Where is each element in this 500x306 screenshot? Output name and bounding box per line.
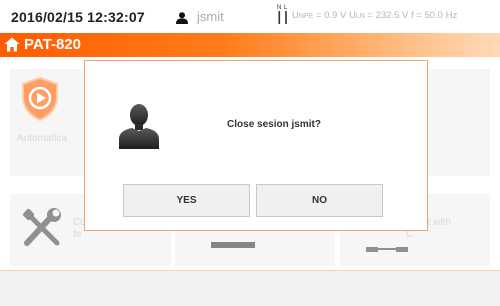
svg-text:N: N	[277, 5, 281, 11]
device-title: PAT-820	[24, 36, 81, 53]
uln-value: = 232.5 V	[364, 10, 411, 21]
measurement-readout: UNPE = 0.9 V ULN = 232.5 V f = 50.0 Hz	[292, 10, 500, 21]
yes-button[interactable]: YES	[123, 184, 250, 217]
user-avatar-icon	[119, 101, 159, 149]
user-icon	[175, 11, 189, 24]
freq-value: f = 50.0 Hz	[410, 10, 458, 21]
upe-label: U	[292, 10, 299, 21]
probe-icon: N L	[276, 3, 290, 25]
bottom-bar	[0, 270, 500, 306]
upe-sub: NPE	[298, 13, 314, 20]
home-icon[interactable]	[4, 37, 20, 52]
title-bar: PAT-820	[0, 33, 500, 57]
username: jsmit	[197, 9, 224, 24]
dialog-message: Close sesion jsmit?	[227, 119, 321, 130]
svg-text:L: L	[284, 5, 288, 11]
uln-label: U	[348, 10, 356, 21]
upe-value: = 0.9 V	[313, 10, 349, 21]
close-session-dialog: Close sesion jsmit? YES NO	[84, 60, 428, 231]
datetime: 2016/02/15 12:32:07	[11, 9, 145, 25]
no-button[interactable]: NO	[256, 184, 383, 217]
status-bar: 2016/02/15 12:32:07 jsmit N L UNPE = 0.9…	[0, 0, 500, 32]
uln-sub: LN	[355, 13, 365, 20]
